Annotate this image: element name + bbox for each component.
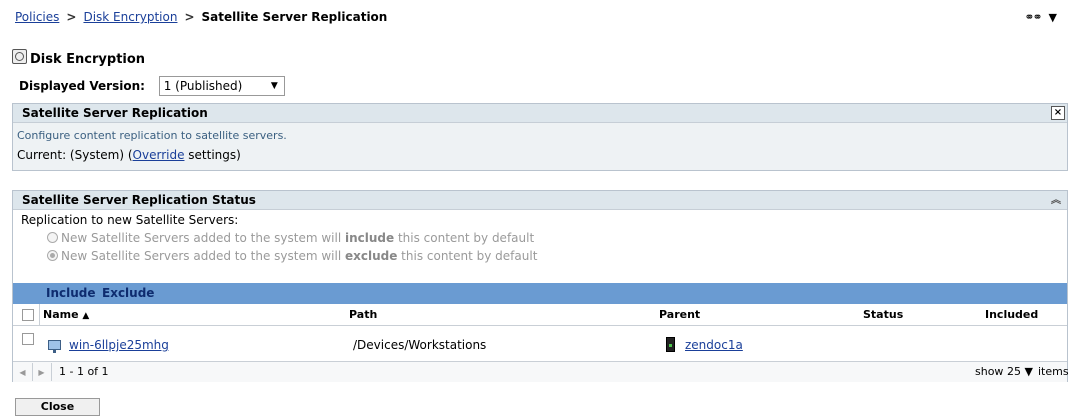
bookmark-menu[interactable]: ⚭⚭ ▼ <box>1024 10 1057 24</box>
table-pager: ◀ ▶ 1 - 1 of 1 show 25 ▼ items <box>13 361 1069 382</box>
breadcrumb: Policies > Disk Encryption > Satellite Serve… <box>15 10 387 24</box>
column-status-header[interactable]: Status <box>863 304 903 325</box>
exclude-action[interactable]: Exclude <box>102 283 154 304</box>
table-row: win-6llpje25mhg /Devices/Workstations ze… <box>13 333 1067 356</box>
column-parent-header[interactable]: Parent <box>659 304 700 325</box>
radio-button[interactable] <box>47 232 58 243</box>
link-icon[interactable]: ⚭⚭ <box>1024 10 1042 24</box>
previous-page-icon[interactable]: ◀ <box>16 363 29 381</box>
version-row: Displayed Version: 1 (Published) ▼ <box>19 76 285 96</box>
include-action[interactable]: Include <box>46 283 96 304</box>
collapse-icon[interactable]: ︽ <box>1051 192 1061 210</box>
select-all-checkbox[interactable] <box>22 309 34 321</box>
show-label: show <box>975 365 1004 378</box>
policy-icon <box>12 49 27 64</box>
option-keyword: include <box>344 231 395 245</box>
panel-title: Satellite Server Replication <box>22 106 208 120</box>
column-divider <box>39 304 40 325</box>
close-icon[interactable]: × <box>1051 106 1065 120</box>
row-checkbox[interactable] <box>22 333 34 345</box>
table-header: Name ▲ Path Parent Status Included <box>13 304 1067 326</box>
version-select-value: 1 (Published) <box>163 79 243 93</box>
version-select[interactable]: 1 (Published) ▼ <box>158 76 285 96</box>
current-prefix: Current: (System) ( <box>17 148 133 162</box>
page-title-text: Disk Encryption <box>30 52 146 67</box>
next-page-icon[interactable]: ▶ <box>35 363 48 381</box>
option-keyword: exclude <box>344 249 398 263</box>
panel-header: Satellite Server Replication × <box>13 104 1067 123</box>
radio-button[interactable] <box>47 250 58 261</box>
column-included-header[interactable]: Included <box>985 304 1038 325</box>
sort-ascending-icon: ▲ <box>82 311 90 321</box>
override-link[interactable]: Override <box>133 148 185 162</box>
option-text: New Satellite Servers added to the syste… <box>61 231 345 245</box>
panel-title: Satellite Server Replication Status <box>22 193 256 207</box>
panel-description: Configure content replication to satelli… <box>17 129 287 142</box>
chevron-down-icon[interactable]: ▼ <box>1049 11 1057 24</box>
workstation-icon <box>48 336 61 354</box>
page-title: Disk Encryption <box>12 49 145 67</box>
breadcrumb-policies-link[interactable]: Policies <box>15 10 59 24</box>
current-setting: Current: (System) (Override settings) <box>13 142 1067 162</box>
option-text: this content by default <box>394 231 535 245</box>
breadcrumb-disk-encryption-link[interactable]: Disk Encryption <box>83 10 177 24</box>
breadcrumb-separator: > <box>184 10 195 24</box>
close-button[interactable]: Close <box>15 398 100 416</box>
breadcrumb-separator: > <box>66 10 77 24</box>
column-name-header[interactable]: Name ▲ <box>43 304 89 327</box>
device-path: /Devices/Workstations <box>353 338 487 352</box>
breadcrumb-current: Satellite Server Replication <box>201 10 388 24</box>
radio-include-option[interactable]: New Satellite Servers added to the syste… <box>13 227 1067 245</box>
radio-exclude-option[interactable]: New Satellite Servers added to the syste… <box>13 245 1067 263</box>
option-text: New Satellite Servers added to the syste… <box>61 249 345 263</box>
server-icon <box>666 336 675 356</box>
option-text: this content by default <box>397 249 538 263</box>
page-size-select[interactable]: 25 ▼ <box>1007 362 1033 382</box>
pager-divider <box>51 363 52 381</box>
column-label: Name <box>43 308 79 321</box>
version-label: Displayed Version: <box>19 78 145 93</box>
panel-header: Satellite Server Replication Status ︽ <box>13 191 1067 210</box>
replication-settings-panel: Satellite Server Replication × Configure… <box>12 103 1068 171</box>
parent-link[interactable]: zendoc1a <box>685 336 743 354</box>
page-range: 1 - 1 of 1 <box>59 365 109 378</box>
pager-divider <box>32 363 33 381</box>
items-label: items <box>1038 365 1069 378</box>
device-name-link[interactable]: win-6llpje25mhg <box>69 336 169 354</box>
chevron-down-icon: ▼ <box>270 81 278 91</box>
replication-label: Replication to new Satellite Servers: <box>21 213 239 227</box>
replication-status-panel: Satellite Server Replication Status ︽ Re… <box>12 190 1069 382</box>
action-bar: Include Exclude <box>13 283 1067 304</box>
column-path-header[interactable]: Path <box>349 304 377 325</box>
current-suffix: settings) <box>184 148 241 162</box>
